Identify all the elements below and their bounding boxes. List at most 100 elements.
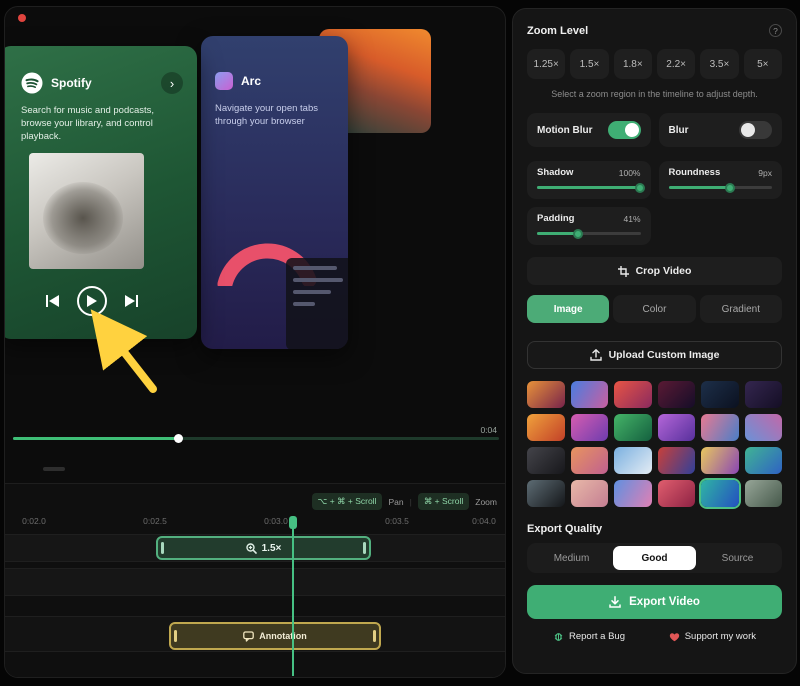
arc-card: Arc Navigate your open tabs through your… (201, 36, 348, 349)
motion-blur-toggle[interactable] (608, 121, 641, 139)
zoom-option-button[interactable]: 1.8× (614, 49, 652, 79)
shadow-slider[interactable] (537, 186, 641, 189)
zoom-option-button[interactable]: 1.25× (527, 49, 565, 79)
wallpaper-thumb[interactable] (571, 447, 609, 474)
playhead-line[interactable] (292, 518, 294, 676)
annotation-arrow (83, 305, 169, 399)
wallpaper-thumb[interactable] (701, 381, 739, 408)
chevron-right-icon[interactable]: › (161, 72, 183, 94)
crop-icon (618, 266, 629, 277)
support-link[interactable]: Support my work (669, 631, 756, 642)
wallpaper-thumb[interactable] (614, 414, 652, 441)
clip-track[interactable] (5, 568, 505, 596)
wallpaper-thumb[interactable] (701, 414, 739, 441)
background-tabs: Image Color Gradient (527, 295, 782, 323)
padding-slider[interactable] (537, 232, 641, 235)
spotify-logo-icon (21, 72, 43, 94)
zoom-option-button[interactable]: 3.5× (700, 49, 738, 79)
settings-panel: Zoom Level ? 1.25× 1.5× 1.8× 2.2× 3.5× 5… (512, 8, 797, 674)
roundness-label: Roundness (669, 167, 721, 178)
quality-good[interactable]: Good (613, 546, 696, 570)
motion-blur-card: Motion Blur (527, 113, 651, 147)
tab-gradient[interactable]: Gradient (700, 295, 782, 323)
zoom-caption: Select a zoom region in the timeline to … (527, 89, 782, 99)
wallpaper-thumb-selected[interactable] (701, 480, 739, 507)
export-video-button[interactable]: Export Video (527, 585, 782, 619)
arc-logo-icon (215, 72, 233, 90)
shadow-label: Shadow (537, 167, 573, 178)
tab-image[interactable]: Image (527, 295, 609, 323)
wallpaper-thumb[interactable] (571, 480, 609, 507)
crop-video-button[interactable]: Crop Video (527, 257, 782, 285)
wallpaper-thumb[interactable] (658, 381, 696, 408)
arc-tooltip-overlay (286, 258, 348, 349)
wallpaper-thumb[interactable] (614, 381, 652, 408)
editor-canvas-panel: Arc Navigate your open tabs through your… (4, 6, 506, 678)
spotify-card-description: Search for music and podcasts, browse yo… (21, 104, 179, 143)
heart-icon (669, 632, 680, 642)
annotation-icon (243, 631, 254, 642)
quality-source[interactable]: Source (696, 546, 779, 570)
arc-card-description: Navigate your open tabs through your bro… (215, 102, 333, 128)
progress-knob[interactable] (174, 434, 183, 443)
duration-label: 0:04 (480, 425, 497, 435)
wallpaper-thumb[interactable] (745, 480, 783, 507)
upload-icon (590, 349, 602, 361)
help-icon[interactable]: ? (769, 24, 782, 37)
wallpaper-thumb[interactable] (527, 447, 565, 474)
wallpaper-thumb[interactable] (701, 447, 739, 474)
spotify-card: Spotify › Search for music and podcasts,… (4, 46, 197, 339)
annotation-segment[interactable]: Annotation (169, 622, 381, 650)
zoom-option-button[interactable]: 5× (744, 49, 782, 79)
report-bug-link[interactable]: Report a Bug (553, 631, 625, 642)
zoom-level-title: Zoom Level (527, 25, 588, 37)
wallpaper-thumb[interactable] (527, 414, 565, 441)
playhead-handle[interactable] (289, 516, 297, 529)
video-preview[interactable]: Arc Navigate your open tabs through your… (5, 7, 506, 421)
spotify-card-title: Spotify (51, 76, 153, 90)
upload-custom-image-button[interactable]: Upload Custom Image (527, 341, 782, 369)
ruler-tick-label: 0:02.5 (143, 516, 167, 526)
progress-fill (13, 437, 178, 440)
blur-toggle[interactable] (739, 121, 772, 139)
padding-value: 41% (623, 214, 640, 224)
padding-slider-card: Padding 41% (527, 207, 651, 245)
wallpaper-thumb[interactable] (527, 381, 565, 408)
timeline-resize-handle[interactable] (43, 467, 65, 471)
roundness-value: 9px (758, 168, 772, 178)
wallpaper-thumb[interactable] (745, 381, 783, 408)
zoom-option-button[interactable]: 2.2× (657, 49, 695, 79)
timeline[interactable]: ⌥ + ⌘ + Scroll Pan | ⌘ + Scroll Zoom 0:0… (5, 483, 505, 677)
pan-shortcut-badge: ⌥ + ⌘ + Scroll (312, 493, 383, 510)
progress-track[interactable] (13, 437, 499, 440)
quality-medium[interactable]: Medium (530, 546, 613, 570)
roundness-slider[interactable] (669, 186, 773, 189)
wallpaper-thumb[interactable] (571, 381, 609, 408)
ruler-tick-label: 0:03.5 (385, 516, 409, 526)
zoom-segment[interactable]: 1.5× (156, 536, 371, 560)
tab-color[interactable]: Color (613, 295, 695, 323)
ruler-tick-label: 0:04.0 (472, 516, 496, 526)
motion-blur-label: Motion Blur (537, 125, 593, 136)
export-quality-segmented: Medium Good Source (527, 543, 782, 573)
zoom-label: Zoom (475, 497, 497, 507)
wallpaper-thumb[interactable] (614, 480, 652, 507)
zoom-in-icon (246, 543, 257, 554)
wallpaper-thumb[interactable] (571, 414, 609, 441)
playback-scrubber[interactable]: 0:04 (13, 425, 499, 447)
wallpaper-thumb[interactable] (658, 447, 696, 474)
zoom-option-button[interactable]: 1.5× (570, 49, 608, 79)
wallpaper-thumb[interactable] (527, 480, 565, 507)
timeline-hints: ⌥ + ⌘ + Scroll Pan | ⌘ + Scroll Zoom (312, 493, 497, 510)
zoom-shortcut-badge: ⌘ + Scroll (418, 493, 469, 510)
wallpaper-thumb[interactable] (745, 447, 783, 474)
wallpaper-thumb[interactable] (658, 414, 696, 441)
wallpaper-thumb[interactable] (658, 480, 696, 507)
annotation-segment-label: Annotation (259, 631, 307, 641)
zoom-level-options: 1.25× 1.5× 1.8× 2.2× 3.5× 5× (527, 49, 782, 79)
skip-back-icon[interactable] (45, 294, 61, 308)
wallpaper-thumb[interactable] (745, 414, 783, 441)
blur-card: Blur (659, 113, 783, 147)
wallpaper-thumb[interactable] (614, 447, 652, 474)
timeline-ruler[interactable]: 0:02.0 0:02.5 0:03.0 0:03.5 0:04.0 (5, 516, 505, 528)
